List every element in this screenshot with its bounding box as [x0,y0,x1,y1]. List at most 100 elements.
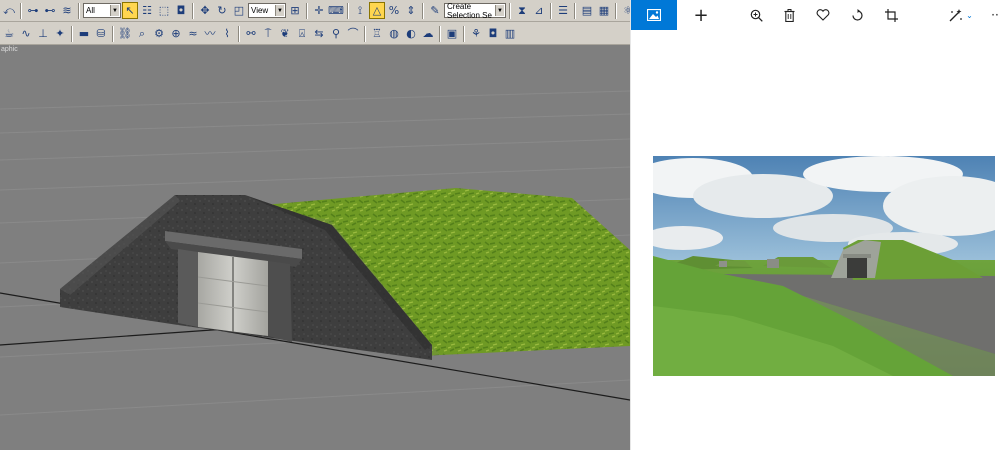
chain-icon[interactable]: ⛓ [117,25,133,42]
bunker-door [847,258,867,278]
spring-icon[interactable]: ⌇ [219,25,235,42]
select-by-name-icon[interactable]: ☷ [139,2,155,19]
plus-icon: + [693,4,709,26]
rotate-icon [851,8,863,21]
chevron-down-icon: ⌄ [966,10,973,20]
more-button[interactable]: ·· [989,0,1000,30]
toolbar-separator [550,2,552,19]
door-frame-left [178,249,198,327]
pivot-center-icon[interactable]: ⊞ [287,2,303,19]
selection-filter-value: All [86,6,95,15]
mirror-icon[interactable]: ⧗ [514,2,530,19]
flip-icon[interactable]: ⇆ [311,25,327,42]
wave-icon[interactable]: 〰 [202,25,218,42]
cloth-icon[interactable]: ⍓ [294,25,310,42]
link-icon[interactable]: ⤺ [1,2,17,19]
rectangular-selection-icon[interactable]: ⬚ [156,2,172,19]
toolbar-separator [574,2,576,19]
toolbar-separator [439,25,441,42]
search-icon[interactable]: ⌕ [134,25,150,42]
image-gallery-icon [647,9,661,21]
add-button[interactable]: + [691,0,711,30]
displayed-photo[interactable] [653,156,995,376]
select-link-icon[interactable]: ⊶ [25,2,41,19]
3d-editor-window: ⤺ ⊶ ⊷ ≋ All ▼ ↖ ☷ ⬚ ◘ ✥ ↻ ◰ View ▼ ⊞ ✛ ⌨… [0,0,630,450]
select-object-icon[interactable]: ↖ [122,2,138,19]
reference-coordinate-dropdown[interactable]: View ▼ [248,3,286,18]
named-selection-dropdown[interactable]: Create Selection Se ▼ [444,2,506,20]
favorite-button[interactable] [813,0,833,30]
sculpt-icon[interactable]: ◐ [403,25,419,42]
zoom-in-icon [750,9,763,22]
toolbar-separator [463,25,465,42]
align-icon[interactable]: ⊿ [531,2,547,19]
toolbar-separator [20,2,22,19]
leaf-icon[interactable]: ❦ [277,25,293,42]
toolbar-separator [347,2,349,19]
camera-icon[interactable]: ◘ [485,25,501,42]
film-icon[interactable]: ▥ [502,25,518,42]
layer-manager-icon[interactable]: ☰ [555,2,571,19]
rotate-icon[interactable]: ↻ [214,2,230,19]
chevron-down-icon: ▼ [495,5,504,16]
toolbar-separator [192,2,194,19]
photos-app-window: + ⌄ ·· [630,0,1000,450]
window-crossing-icon[interactable]: ◘ [173,2,189,19]
schematic-view-icon[interactable]: ▦ [596,2,612,19]
pin-icon[interactable]: ⍑ [260,25,276,42]
rotate-button[interactable] [847,0,867,30]
scale-icon[interactable]: ◰ [231,2,247,19]
sphere-icon[interactable]: ◍ [386,25,402,42]
perspective-viewport[interactable]: aphic [0,45,630,450]
lamp-icon[interactable]: ♖ [369,25,385,42]
main-toolbar: ⤺ ⊶ ⊷ ≋ All ▼ ↖ ☷ ⬚ ◘ ✥ ↻ ◰ View ▼ ⊞ ✛ ⌨… [0,0,630,22]
select-manipulate-icon[interactable]: ✛ [311,2,327,19]
gallery-button[interactable] [631,0,677,30]
unlink-icon[interactable]: ⊷ [42,2,58,19]
curve-editor-icon[interactable]: ▤ [579,2,595,19]
teapot-icon[interactable]: ☕ [1,25,17,42]
toolbar-separator [78,2,80,19]
ribbon-icon[interactable]: ⌒ [345,25,361,42]
chevron-down-icon: ▼ [275,5,284,16]
door-frame-right [268,261,292,342]
toolbar-separator [509,2,511,19]
spinner-snap-icon[interactable]: ⇕ [403,2,419,19]
toolbar-separator [112,25,114,42]
snap-toggle-icon[interactable]: ⟟ [352,2,368,19]
gear-icon[interactable]: ⚙ [151,25,167,42]
toolbar-separator [238,25,240,42]
helper-icon[interactable]: ✦ [52,25,68,42]
zoom-button[interactable] [746,0,766,30]
link-constraint-icon[interactable]: ⚯ [243,25,259,42]
hair-icon[interactable]: ☁ [420,25,436,42]
clouds [653,156,995,256]
desktop: ⤺ ⊶ ⊷ ≋ All ▼ ↖ ☷ ⬚ ◘ ✥ ↻ ◰ View ▼ ⊞ ✛ ⌨… [0,0,1000,450]
percent-snap-icon[interactable]: % [386,2,402,19]
toolbar-separator [615,2,617,19]
environment-icon[interactable]: ⚘ [468,25,484,42]
move-icon[interactable]: ✥ [197,2,213,19]
footstep-icon[interactable]: ⚲ [328,25,344,42]
plane-icon[interactable]: ▬ [76,25,92,42]
line-icon[interactable]: ∿ [18,25,34,42]
crop-button[interactable] [881,0,901,30]
bone-icon[interactable]: ⊥ [35,25,51,42]
delete-button[interactable] [779,0,799,30]
edit-named-selection-icon[interactable]: ✎ [427,2,443,19]
cylinder-icon[interactable]: ⛁ [93,25,109,42]
photos-toolbar: + ⌄ ·· [631,0,1000,30]
wind-icon[interactable]: ≈ [185,25,201,42]
material-editor-icon[interactable]: ⚛ [620,2,630,19]
angle-snap-icon[interactable]: △ [369,2,385,19]
bind-space-warp-icon[interactable]: ≋ [59,2,75,19]
selection-filter-dropdown[interactable]: All ▼ [83,3,121,18]
toolbar-separator [364,25,366,42]
render-frame-icon[interactable]: ▣ [444,25,460,42]
target-icon[interactable]: ⊕ [168,25,184,42]
secondary-toolbar: ☕ ∿ ⊥ ✦ ▬ ⛁ ⛓ ⌕ ⚙ ⊕ ≈ 〰 ⌇ ⚯ ⍑ ❦ ⍓ ⇆ ⚲ ⌒ … [0,23,630,45]
keyboard-shortcut-icon[interactable]: ⌨ [328,2,344,19]
distant-bunker [767,259,779,268]
more-icon: ·· [991,8,999,22]
edit-button[interactable]: ⌄ [947,0,975,30]
